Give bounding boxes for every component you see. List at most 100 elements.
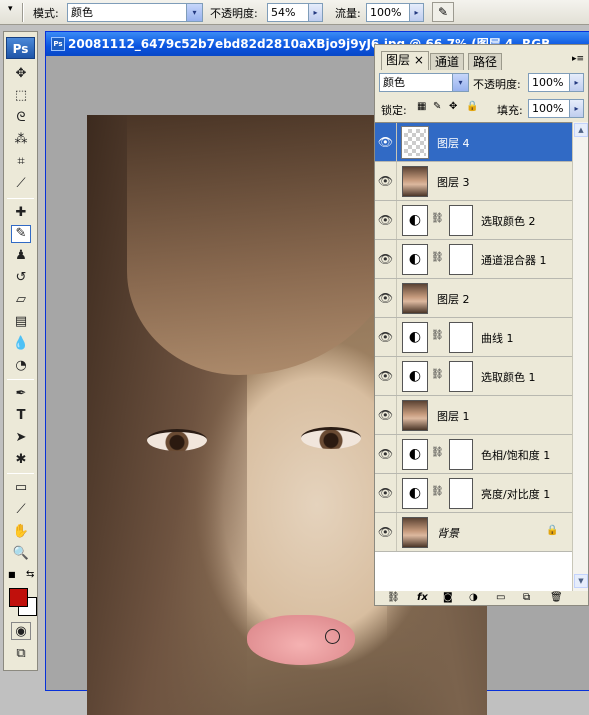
visibility-eye-icon[interactable]: 👁	[375, 474, 397, 512]
lock-pixels-icon[interactable]: ✎	[433, 101, 441, 112]
layer-blend-mode-select[interactable]: 颜色 ▾	[379, 73, 469, 92]
scroll-up-icon[interactable]: ▲	[574, 123, 588, 137]
layer-row[interactable]: 👁 ◐ ⛓ 选取颜色 2	[375, 201, 572, 240]
visibility-eye-icon[interactable]: 👁	[375, 513, 397, 551]
healing-brush-tool-icon[interactable]: ✚	[11, 204, 31, 222]
new-group-icon[interactable]: ▭	[496, 592, 505, 603]
layer-row[interactable]: 👁 图层 4	[375, 123, 572, 162]
mask-link-icon[interactable]: ⛓	[431, 486, 444, 497]
scroll-down-icon[interactable]: ▼	[574, 574, 588, 588]
visibility-eye-icon[interactable]: 👁	[375, 357, 397, 395]
adjustment-thumbnail-icon[interactable]: ◐	[402, 439, 428, 470]
custom-shape-tool-icon[interactable]: ✱	[11, 451, 31, 469]
fill-arrow[interactable]: ▸	[569, 99, 584, 118]
flow-slider-arrow[interactable]: ▸	[409, 3, 424, 22]
layer-mask-thumbnail[interactable]	[449, 244, 473, 275]
airbrush-icon[interactable]: ✎	[432, 2, 454, 22]
tab-layers[interactable]: 图层 ×	[381, 51, 429, 70]
quick-mask-icon[interactable]: ◉	[11, 622, 31, 640]
visibility-eye-icon[interactable]: 👁	[375, 396, 397, 434]
add-mask-icon[interactable]: ◙	[443, 592, 453, 603]
visibility-eye-icon[interactable]: 👁	[375, 435, 397, 473]
lock-position-icon[interactable]: ✥	[449, 101, 457, 112]
layer-row[interactable]: 👁 背景 🔒	[375, 513, 572, 552]
opacity-slider-arrow[interactable]: ▸	[308, 3, 323, 22]
magic-wand-tool-icon[interactable]: ⁂	[11, 131, 31, 149]
adjustment-thumbnail-icon[interactable]: ◐	[402, 322, 428, 353]
path-selection-tool-icon[interactable]: ➤	[11, 429, 31, 447]
mask-link-icon[interactable]: ⛓	[431, 213, 444, 224]
gradient-tool-icon[interactable]: ▤	[11, 313, 31, 331]
adjustment-thumbnail-icon[interactable]: ◐	[402, 478, 428, 509]
brush-preset-arrow[interactable]: ▾	[8, 4, 13, 14]
layer-thumbnail[interactable]	[402, 283, 428, 314]
history-brush-tool-icon[interactable]: ↺	[11, 269, 31, 287]
adjustment-thumbnail-icon[interactable]: ◐	[402, 244, 428, 275]
type-tool-icon[interactable]: T	[11, 407, 31, 425]
fill-field[interactable]: 100% ▸	[528, 99, 584, 118]
visibility-eye-icon[interactable]: 👁	[375, 279, 397, 317]
visibility-eye-icon[interactable]: 👁	[375, 201, 397, 239]
link-layers-icon[interactable]: ⛓	[387, 592, 400, 603]
mask-link-icon[interactable]: ⛓	[431, 369, 444, 380]
lasso-tool-icon[interactable]: ᘓ	[11, 109, 31, 127]
opacity-field[interactable]: 54% ▸	[267, 3, 323, 22]
clone-stamp-tool-icon[interactable]: ♟	[11, 247, 31, 265]
layer-mask-thumbnail[interactable]	[449, 322, 473, 353]
mode-select[interactable]: 颜色 ▾	[67, 3, 203, 22]
pen-tool-icon[interactable]: ✒	[11, 385, 31, 403]
layer-thumbnail[interactable]	[402, 166, 428, 197]
delete-layer-icon[interactable]: 🗑	[550, 592, 563, 603]
default-colors-icon[interactable]: ■	[8, 570, 16, 579]
layer-row[interactable]: 👁 ◐ ⛓ 选取颜色 1	[375, 357, 572, 396]
dodge-tool-icon[interactable]: ◔	[11, 357, 31, 375]
layer-mask-thumbnail[interactable]	[449, 205, 473, 236]
layer-row[interactable]: 👁 图层 1	[375, 396, 572, 435]
zoom-tool-icon[interactable]: 🔍	[11, 545, 31, 563]
mask-link-icon[interactable]: ⛓	[431, 252, 444, 263]
adjustment-layer-icon[interactable]: ◑	[469, 592, 478, 603]
visibility-eye-icon[interactable]: 👁	[375, 123, 397, 161]
tab-paths[interactable]: 路径	[468, 53, 503, 70]
visibility-eye-icon[interactable]: 👁	[375, 240, 397, 278]
panel-menu-icon[interactable]: ▸≡	[572, 54, 584, 64]
adjustment-thumbnail-icon[interactable]: ◐	[402, 205, 428, 236]
foreground-color-swatch[interactable]	[9, 588, 28, 607]
adjustment-thumbnail-icon[interactable]: ◐	[402, 361, 428, 392]
layer-mask-thumbnail[interactable]	[449, 478, 473, 509]
notes-tool-icon[interactable]: ▭	[11, 479, 31, 497]
lock-transparency-icon[interactable]: ▦	[417, 101, 426, 112]
layer-row[interactable]: 👁 ◐ ⛓ 通道混合器 1	[375, 240, 572, 279]
hand-tool-icon[interactable]: ✋	[11, 523, 31, 541]
swap-colors-icon[interactable]: ⇆	[26, 569, 34, 580]
layer-thumbnail[interactable]	[402, 517, 428, 548]
layer-row[interactable]: 👁 图层 2	[375, 279, 572, 318]
layer-row[interactable]: 👁 ◐ ⛓ 亮度/对比度 1	[375, 474, 572, 513]
blur-tool-icon[interactable]: 💧	[11, 335, 31, 353]
crop-tool-icon[interactable]: ⌗	[11, 153, 31, 171]
layer-row[interactable]: 👁 ◐ ⛓ 色相/饱和度 1	[375, 435, 572, 474]
layer-style-icon[interactable]: fx	[417, 592, 428, 603]
layer-opacity-field[interactable]: 100% ▸	[528, 73, 584, 92]
visibility-eye-icon[interactable]: 👁	[375, 318, 397, 356]
layers-scrollbar[interactable]: ▲ ▼	[572, 122, 588, 591]
close-icon[interactable]: ×	[414, 53, 424, 67]
mask-link-icon[interactable]: ⛓	[431, 330, 444, 341]
tab-channels[interactable]: 通道	[430, 53, 465, 70]
eraser-tool-icon[interactable]: ▱	[11, 291, 31, 309]
slice-tool-icon[interactable]: ⟋	[11, 175, 31, 193]
move-tool-icon[interactable]: ✥	[11, 65, 31, 83]
brush-tool-icon[interactable]: ✎	[11, 225, 31, 243]
layer-thumbnail[interactable]	[401, 126, 429, 159]
new-layer-icon[interactable]: ⧉	[523, 592, 530, 603]
layer-row[interactable]: 👁 图层 3	[375, 162, 572, 201]
marquee-tool-icon[interactable]: ⬚	[11, 87, 31, 105]
mask-link-icon[interactable]: ⛓	[431, 447, 444, 458]
layer-thumbnail[interactable]	[402, 400, 428, 431]
flow-field[interactable]: 100% ▸	[366, 3, 424, 22]
layer-mask-thumbnail[interactable]	[449, 439, 473, 470]
visibility-eye-icon[interactable]: 👁	[375, 162, 397, 200]
screen-mode-icon[interactable]: ⧉	[11, 645, 31, 663]
eyedropper-tool-icon[interactable]: ⟋	[11, 501, 31, 519]
lock-all-icon[interactable]: 🔒	[466, 101, 478, 112]
